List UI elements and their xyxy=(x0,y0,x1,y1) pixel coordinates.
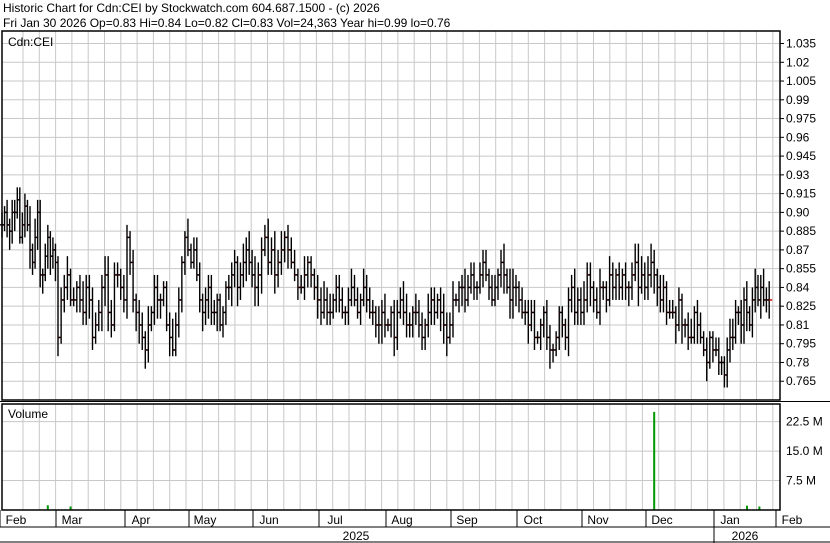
price-tick-label: 0.93 xyxy=(786,168,810,182)
month-label: Feb xyxy=(782,513,803,527)
volume-tick-label: 15.0 M xyxy=(786,444,823,458)
price-tick-label: 0.90 xyxy=(786,205,810,219)
month-label: Apr xyxy=(132,513,151,527)
price-tick-label: 0.915 xyxy=(786,187,816,201)
volume-label: Volume xyxy=(8,407,48,421)
price-tick-label: 0.78 xyxy=(786,355,810,369)
volume-tick-label: 22.5 M xyxy=(786,415,823,429)
price-tick-label: 0.855 xyxy=(786,262,816,276)
grid xyxy=(2,31,780,510)
price-tick-label: 0.84 xyxy=(786,280,810,294)
price-tick-label: 1.035 xyxy=(786,37,816,51)
price-tick-label: 0.99 xyxy=(786,93,810,107)
year-label: 2025 xyxy=(343,529,370,543)
volume-tick-label: 7.5 M xyxy=(786,474,816,488)
month-label: Aug xyxy=(391,513,412,527)
month-label: Sep xyxy=(456,513,478,527)
month-label: Jun xyxy=(259,513,278,527)
month-label: Oct xyxy=(524,513,543,527)
price-tick-label: 0.81 xyxy=(786,318,810,332)
stock-chart: 0.765 0.78 0.795 0.81 0.825 0.84 0.855 0.87 0.88… xyxy=(0,30,830,543)
month-label: Jul xyxy=(327,513,342,527)
price-tick-label: 1.005 xyxy=(786,74,816,88)
volume-bars xyxy=(1,411,770,510)
month-label: May xyxy=(194,513,217,527)
price-panel-border xyxy=(1,30,781,401)
price-tick-label: 0.885 xyxy=(786,224,816,238)
month-label: Feb xyxy=(6,513,27,527)
month-label: Mar xyxy=(62,513,83,527)
month-label: Dec xyxy=(651,513,672,527)
price-tick-label: 0.96 xyxy=(786,130,810,144)
price-tick-label: 1.02 xyxy=(786,55,810,69)
price-tick-label: 0.825 xyxy=(786,299,816,313)
price-tick-label: 0.87 xyxy=(786,243,810,257)
price-tick-label: 0.765 xyxy=(786,374,816,388)
month-label: Nov xyxy=(587,513,608,527)
month-label: Jan xyxy=(720,513,739,527)
price-tick-label: 0.795 xyxy=(786,337,816,351)
price-tick-label: 0.945 xyxy=(786,149,816,163)
price-tick-label: 0.975 xyxy=(786,112,816,126)
year-label: 2026 xyxy=(732,529,759,543)
symbol-label: Cdn:CEI xyxy=(8,35,53,49)
volume-panel-border xyxy=(1,403,781,511)
